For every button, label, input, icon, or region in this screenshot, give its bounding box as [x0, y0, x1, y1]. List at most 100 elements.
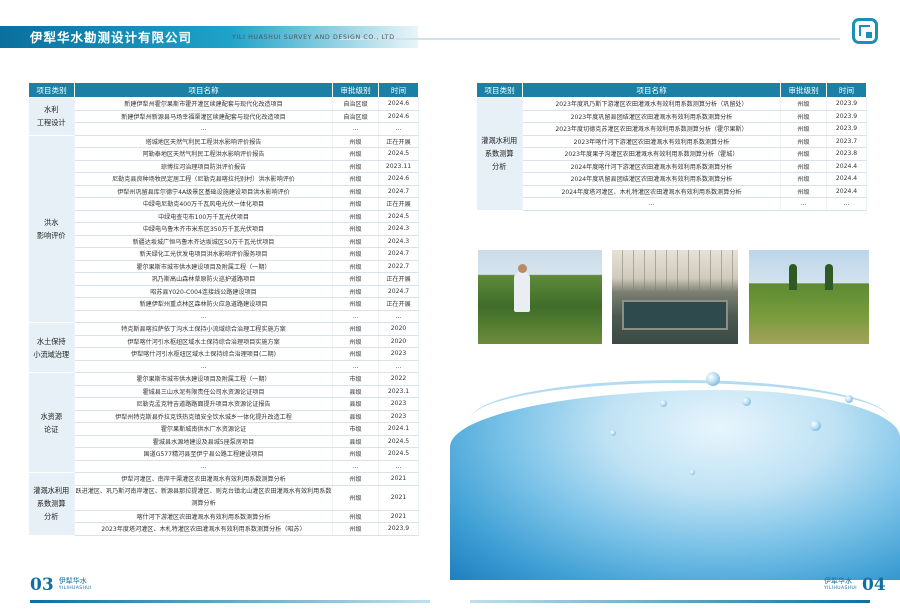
time-cell: 2021: [378, 485, 419, 511]
table-row: 霍城县水源地建设及县城5座泵房项目 县级 2024.5: [29, 435, 419, 448]
footer-brand-cn: 伊犁华水: [824, 576, 852, 585]
project-name-cell: 国道G577精河县至伊宁县公路工程建设项目: [74, 447, 333, 461]
right-page-footer: 伊犁华水 YILIHUASHUI 04: [824, 574, 886, 596]
time-cell: 2023.9: [378, 522, 419, 536]
approval-level-cell: 州级: [332, 235, 379, 248]
table-row: 喀什河下游灌区农田灌溉水有效利用系数测算分析 州级 2021: [29, 510, 419, 523]
approval-level-cell: …: [332, 310, 379, 323]
approval-level-cell: 州级: [332, 335, 379, 348]
table-row: 霍尔果斯城南供水厂水资源论证 市级 2024.1: [29, 422, 419, 436]
project-name-cell: 新建伊犁州新源县马场幸福渠灌区续建配套与现代化改造项目: [74, 110, 333, 123]
project-name-cell: 2023年度切德克苏灌区农田灌溉水有效利用系数测算分析（霍尔果斯）: [522, 122, 781, 136]
category-cell: 水利 工程设计: [28, 97, 75, 136]
time-cell: 2024.3: [378, 222, 419, 236]
project-name-cell: 巩乃斯高山森林草原防火巡护道路项目: [74, 272, 333, 286]
table-row: 新建伊犁州重点林区森林防火应急道路建设项目 州级 正在开展: [29, 297, 419, 311]
header-project-name: 项目名称: [74, 82, 333, 98]
header-rule: [340, 38, 840, 40]
project-name-cell: 2023年度巩留县团结灌区农田灌溉水有效利用系数测算分析: [522, 110, 781, 123]
approval-level-cell: 州级: [780, 172, 827, 186]
time-cell: 2023.8: [826, 147, 867, 161]
header-category: 项目类别: [28, 82, 75, 98]
time-cell: 2024.6: [378, 172, 419, 186]
approval-level-cell: …: [332, 122, 379, 136]
page-header: 伊犁华水勘测设计有限公司 YILI HUASHUI SURVEY AND DES…: [0, 0, 900, 64]
table-row: 巩乃斯高山森林草原防火巡护道路项目 州级 正在开展: [29, 272, 419, 286]
footer-brand-en: YILIHUASHUI: [824, 585, 857, 591]
approval-level-cell: …: [780, 197, 827, 211]
project-name-cell: 塔城地区天然气利民工程洪水影响评价报告: [74, 135, 333, 148]
surveyor-figure: [514, 264, 530, 312]
time-cell: 2023.1: [378, 385, 419, 398]
approval-level-cell: 州级: [780, 122, 827, 136]
table-row: 新天绿化工光伏发电项目洪水影响评价服务项目 州级 2024.7: [29, 247, 419, 261]
table-row: 伊犁州特克斯县乔拉克铁热克镇安全饮水城乡一体化提升改造工程 县级 2023: [29, 410, 419, 423]
table-row: 琼博拉河治理项目防洪评价报告 州级 2023.11: [29, 160, 419, 173]
project-name-cell: …: [522, 197, 781, 211]
table-row: 2023年度切德克苏灌区农田灌溉水有效利用系数测算分析（霍尔果斯） 州级 2023.…: [477, 122, 867, 136]
project-name-cell: 新建伊犁州霍尔果斯市霍开灌区续建配套与现代化改造项目: [74, 97, 333, 111]
header-time: 时间: [378, 82, 419, 98]
time-cell: 2023.7: [826, 135, 867, 148]
time-cell: 2023: [378, 410, 419, 423]
project-name-cell: …: [74, 122, 333, 136]
time-cell: …: [378, 122, 419, 136]
time-cell: 2022.7: [378, 260, 419, 273]
table-row: ………: [29, 360, 419, 373]
approval-level-cell: 州级: [332, 485, 379, 511]
project-name-cell: 伊犁州巩留县库尔德宁4A级景区基础设施建设项目洪水影响评价: [74, 185, 333, 198]
time-cell: …: [378, 460, 419, 473]
time-cell: 2024.1: [378, 422, 419, 436]
approval-level-cell: 州级: [332, 172, 379, 186]
project-name-cell: 新疆达坂城广恒乌鲁木齐达坂城区50万千瓦光伏项目: [74, 235, 333, 248]
table-header-row: 项目类别 项目名称 审批级别 时间: [476, 82, 867, 98]
project-name-cell: 伊犁喀什河引水枢纽区域水土保持综合治理项目(二期): [74, 347, 333, 361]
time-cell: 2024.4: [826, 185, 867, 198]
time-cell: 2024.3: [378, 235, 419, 248]
time-cell: 2022: [378, 372, 419, 386]
right-project-table: 项目类别 项目名称 审批级别 时间 灌溉水利用 系数测算 分析 2023年度巩乃斯下游…: [476, 82, 867, 211]
approval-level-cell: 州级: [332, 260, 379, 273]
category-cell: 灌溉水利用 系数测算 分析: [28, 472, 75, 536]
table-row: 伊犁州巩留县库尔德宁4A级景区基础设施建设项目洪水影响评价 州级 2024.7: [29, 185, 419, 198]
approval-level-cell: 州级: [332, 510, 379, 523]
project-name-cell: 2023年度塔河灌区、木札特灌区农田灌溉水有效利用系数测算分析（昭苏）: [74, 522, 333, 536]
time-cell: 2020: [378, 335, 419, 348]
table-row: 阿勒泰地区天然气利民工程洪水影响评价报告 州级 2024.5: [29, 147, 419, 161]
approval-level-cell: 县级: [332, 435, 379, 448]
left-project-table: 项目类别 项目名称 审批级别 时间 水利 工程设计 新建伊犁州霍尔果斯市霍开灌区续建…: [28, 82, 419, 536]
project-name-cell: 琼博拉河治理项目防洪评价报告: [74, 160, 333, 173]
water-drop: [845, 395, 853, 403]
project-name-cell: 霍尔果斯城南供水厂水资源论证: [74, 422, 333, 436]
table-row: 新疆达坂城广恒乌鲁木齐达坂城区50万千瓦光伏项目 州级 2024.3: [29, 235, 419, 248]
project-name-cell: 中绿电尼勒克400万千瓦风电光伏一体化项目: [74, 197, 333, 211]
time-cell: …: [378, 310, 419, 323]
project-name-cell: 2024年度喀什河下游灌区农田灌溉水有效利用系数测算分析: [522, 160, 781, 173]
table-row: 2023年喀什河下游灌区农田灌溉水有效利用系数测算分析 州级 2023.7: [477, 135, 867, 148]
approval-level-cell: 州级: [780, 110, 827, 123]
table-row: 水利 工程设计 新建伊犁州霍尔果斯市霍开灌区续建配套与现代化改造项目 自治区级 2024…: [28, 97, 419, 136]
project-name-cell: 伊犁州特克斯县乔拉克铁热克镇安全饮水城乡一体化提升改造工程: [74, 410, 333, 423]
table-header-row: 项目类别 项目名称 审批级别 时间: [28, 82, 419, 98]
approval-level-cell: 州级: [332, 135, 379, 148]
table-row: 昭苏县Y020-C004连接线公路建设项目 州级 2024.7: [29, 285, 419, 298]
table-row: 2024年度巩留县团结灌区农田灌溉水有效利用系数测算分析 州级 2024.4: [477, 172, 867, 186]
project-name-cell: 尼勒克孟克特吉道路路面提升项目水资源论证报告: [74, 397, 333, 411]
table-row: ………: [29, 122, 419, 136]
water-tank: [622, 300, 728, 330]
time-cell: …: [826, 197, 867, 211]
time-cell: 2024.6: [378, 110, 419, 123]
greenhouse-photo: [612, 250, 738, 344]
time-cell: 2024.4: [826, 160, 867, 173]
greenhouse-frame: [612, 250, 738, 290]
table-row: ………: [29, 460, 419, 473]
water-drop: [610, 430, 616, 436]
approval-level-cell: 州级: [332, 297, 379, 311]
footer-brand-cn: 伊犁华水: [58, 576, 87, 585]
approval-level-cell: 州级: [780, 160, 827, 173]
project-name-cell: 霍尔果斯市城市供水建设项目及附属工程（一期）: [74, 260, 333, 273]
project-name-cell: …: [74, 360, 333, 373]
project-name-cell: 中绿电查屯布100万千瓦光伏项目: [74, 210, 333, 223]
approval-level-cell: 州级: [332, 447, 379, 461]
project-name-cell: 特克斯县喀拉萨依丁沟水土保持小流域综合治理工程实施方案: [74, 322, 333, 336]
